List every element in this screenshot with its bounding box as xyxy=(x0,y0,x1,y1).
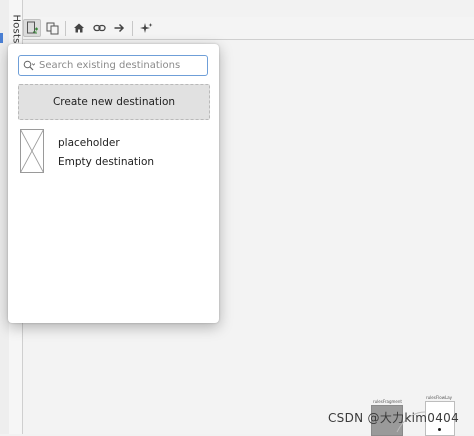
link-button[interactable] xyxy=(90,19,108,37)
destination-item[interactable]: placeholder Empty destination xyxy=(18,127,208,177)
hosts-tab-label: Hosts xyxy=(10,14,22,44)
watermark: CSDN @大力kim0404 xyxy=(328,411,460,425)
left-strip-accent xyxy=(0,33,3,43)
arrow-right-icon xyxy=(114,23,125,33)
link-icon xyxy=(92,24,106,32)
create-destination-button[interactable]: Create new destination xyxy=(18,84,210,120)
toolbar-separator xyxy=(132,20,133,36)
sparkle-icon xyxy=(139,23,152,33)
destination-popup: Create new destination placeholder Empty… xyxy=(8,44,219,323)
destination-name: placeholder xyxy=(58,137,120,149)
search-input[interactable] xyxy=(39,60,199,71)
copy-button[interactable] xyxy=(43,19,61,37)
canvas-node-label: rulesFlowLay xyxy=(426,395,453,400)
toolbar-separator xyxy=(65,20,66,36)
search-box[interactable] xyxy=(18,55,208,76)
home-icon xyxy=(74,23,84,33)
home-button[interactable] xyxy=(70,19,88,37)
navigate-button[interactable] xyxy=(110,19,128,37)
canvas-node-label: rulesFragment xyxy=(373,399,402,404)
new-destination-icon xyxy=(26,21,38,34)
toolbar xyxy=(23,17,474,40)
placeholder-thumbnail-icon xyxy=(20,129,44,173)
destination-subtitle: Empty destination xyxy=(58,156,155,168)
new-destination-button[interactable] xyxy=(23,19,41,37)
copy-icon xyxy=(46,22,58,34)
search-icon xyxy=(23,60,35,71)
assist-button[interactable] xyxy=(137,19,155,37)
